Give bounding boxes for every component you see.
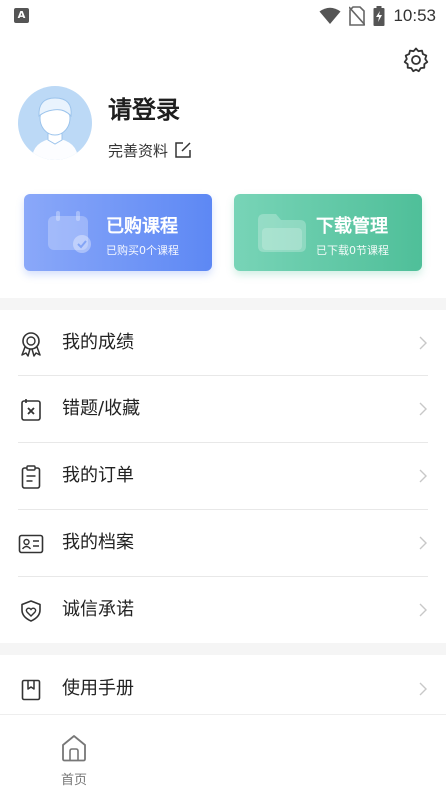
menu-item-label: 诚信承诺: [62, 599, 134, 620]
no-sim-icon: [349, 6, 366, 26]
menu-item-integrity-pledge[interactable]: 诚信承诺: [0, 577, 446, 643]
card-title: 已购课程: [106, 216, 178, 237]
menu-item-errors-favorites[interactable]: 错题/收藏: [0, 376, 446, 442]
battery-charging-icon: [373, 6, 385, 26]
menu-item-label: 使用手册: [62, 678, 134, 699]
complete-profile-link[interactable]: 完善资料: [108, 138, 192, 162]
menu-item-scores[interactable]: 我的成绩: [0, 310, 446, 376]
purchased-courses-card[interactable]: 已购课程 已购买0个课程: [24, 194, 212, 271]
clock: 10:53: [393, 6, 436, 25]
chevron-right-icon: [419, 336, 427, 350]
card-subtitle: 已下载0节课程: [316, 244, 389, 257]
nav-home-tab[interactable]: 首页: [54, 733, 94, 789]
edit-icon: [175, 142, 191, 158]
id-card-icon: [18, 531, 44, 557]
wifi-icon: [319, 7, 341, 24]
status-icons: 10:53: [319, 4, 436, 28]
folder-icon: [258, 214, 306, 252]
menu-item-label: 我的档案: [62, 532, 134, 553]
menu-item-user-manual[interactable]: 使用手册: [0, 656, 446, 722]
default-avatar-icon: [32, 97, 78, 160]
chevron-right-icon: [419, 603, 427, 617]
chevron-right-icon: [419, 469, 427, 483]
menu-item-profile-archive[interactable]: 我的档案: [0, 510, 446, 576]
settings-button[interactable]: [401, 45, 431, 75]
home-icon: [62, 735, 86, 762]
login-title[interactable]: 请登录: [108, 93, 180, 127]
avatar[interactable]: [18, 86, 92, 160]
menu-item-label: 我的成绩: [62, 332, 134, 353]
status-bar: A 10:53: [0, 0, 446, 32]
menu-item-label: 我的订单: [62, 465, 134, 486]
error-book-icon: [18, 397, 44, 423]
card-subtitle: 已购买0个课程: [106, 244, 179, 257]
menu-item-orders[interactable]: 我的订单: [0, 443, 446, 509]
chevron-right-icon: [419, 402, 427, 416]
download-management-card[interactable]: 下载管理 已下载0节课程: [234, 194, 422, 271]
section-divider: [0, 643, 446, 655]
complete-profile-label: 完善资料: [108, 141, 169, 160]
chevron-right-icon: [419, 682, 427, 696]
clipboard-icon: [18, 464, 44, 490]
bookmark-icon: [18, 677, 44, 703]
keyboard-indicator-icon: A: [14, 8, 29, 23]
menu-item-label: 错题/收藏: [62, 398, 141, 419]
card-title: 下载管理: [316, 216, 388, 237]
nav-home-label: 首页: [60, 773, 87, 788]
shield-heart-icon: [18, 598, 44, 624]
gear-icon: [403, 47, 429, 73]
medal-icon: [18, 331, 44, 357]
section-divider: [0, 298, 446, 310]
chevron-right-icon: [419, 536, 427, 550]
bottom-navigation: 首页: [0, 714, 446, 794]
calendar-check-icon: [48, 211, 91, 253]
